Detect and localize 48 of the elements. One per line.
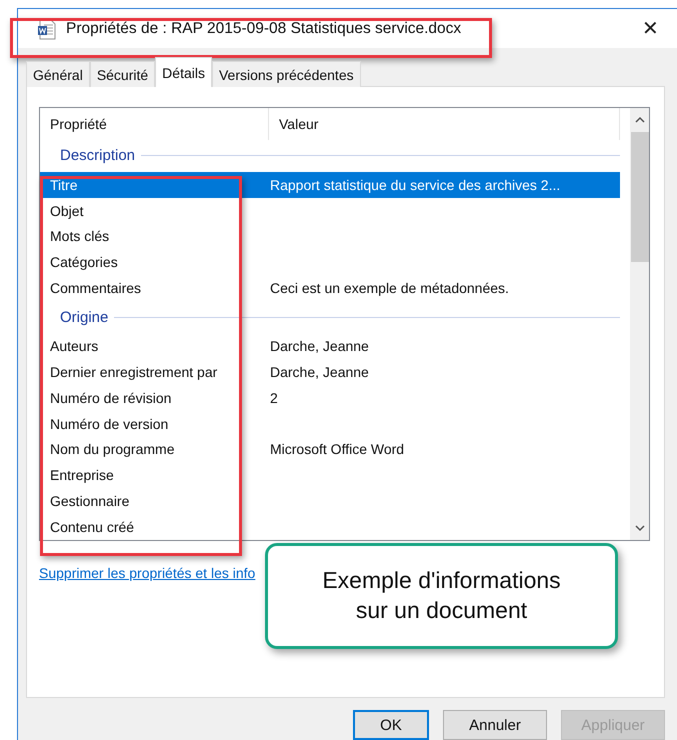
- property-name: Catégories: [49, 254, 119, 270]
- property-value: Ceci est un exemple de métadonnées.: [269, 280, 510, 296]
- property-name: Entreprise: [49, 467, 115, 484]
- remove-properties-link[interactable]: Supprimer les propriétés et les info: [39, 565, 256, 581]
- property-value: 2: [269, 390, 279, 406]
- property-row[interactable]: Mots clés: [40, 223, 620, 250]
- property-row[interactable]: Nom du programme Microsoft Office Word: [40, 436, 620, 462]
- property-name: Auteurs: [49, 338, 100, 354]
- property-row[interactable]: Auteurs Darche, Jeanne: [40, 332, 620, 359]
- tab[interactable]: Général: [26, 61, 90, 87]
- property-name: Titre: [49, 176, 78, 193]
- property-value: Microsoft Office Word: [269, 441, 406, 458]
- property-value: Rapport statistique du service des archives 2...: [269, 176, 562, 193]
- tab[interactable]: Versions précédentes: [212, 61, 361, 87]
- property-name: Commentaires: [49, 280, 142, 296]
- property-name: Objet: [49, 202, 84, 219]
- property-value: Darche, Jeanne: [269, 338, 370, 354]
- property-row[interactable]: Entreprise: [40, 462, 620, 488]
- group-label: Description: [60, 147, 136, 164]
- dialog-button[interactable]: OK: [353, 710, 429, 740]
- callout-text: Exemple d'informations sur un document: [321, 566, 562, 625]
- property-row[interactable]: Titre Rapport statistique du service des archives 2...: [40, 172, 620, 198]
- column-header[interactable]: Valeur: [269, 108, 620, 140]
- scrollbar[interactable]: [630, 108, 649, 540]
- property-row[interactable]: Numéro de version: [40, 410, 620, 436]
- property-row[interactable]: Commentaires Ceci est un exemple de métadonnées.: [40, 275, 620, 302]
- tab[interactable]: Sécurité: [90, 61, 156, 87]
- column-header[interactable]: Propriété: [40, 108, 269, 140]
- dialog-button[interactable]: Annuler: [443, 710, 547, 740]
- property-name: Numéro de révision: [49, 390, 172, 406]
- property-row[interactable]: Objet: [40, 198, 620, 224]
- property-row[interactable]: Gestionnaire: [40, 488, 620, 514]
- property-name: Nom du programme: [49, 441, 176, 458]
- property-name: Gestionnaire: [49, 493, 130, 510]
- property-name: Contenu créé: [49, 519, 136, 536]
- property-row[interactable]: Numéro de révision 2: [40, 384, 620, 411]
- property-row[interactable]: Contenu créé: [40, 514, 620, 540]
- tab[interactable]: Détails: [155, 57, 212, 87]
- scroll-thumb[interactable]: [630, 132, 648, 262]
- property-name: Dernier enregistrement par: [49, 364, 218, 380]
- close-button[interactable]: ✕: [638, 16, 663, 41]
- property-name: Numéro de version: [49, 416, 170, 432]
- group-label: Origine: [60, 308, 108, 326]
- property-value: Darche, Jeanne: [269, 364, 370, 380]
- property-row[interactable]: Dernier enregistrement par Darche, Jeanne: [40, 358, 620, 385]
- window-title: Propriétés de : RAP 2015-09-08 Statistiques service.docx: [66, 20, 462, 38]
- property-name: Mots clés: [49, 228, 110, 244]
- property-row[interactable]: Catégories: [40, 249, 620, 276]
